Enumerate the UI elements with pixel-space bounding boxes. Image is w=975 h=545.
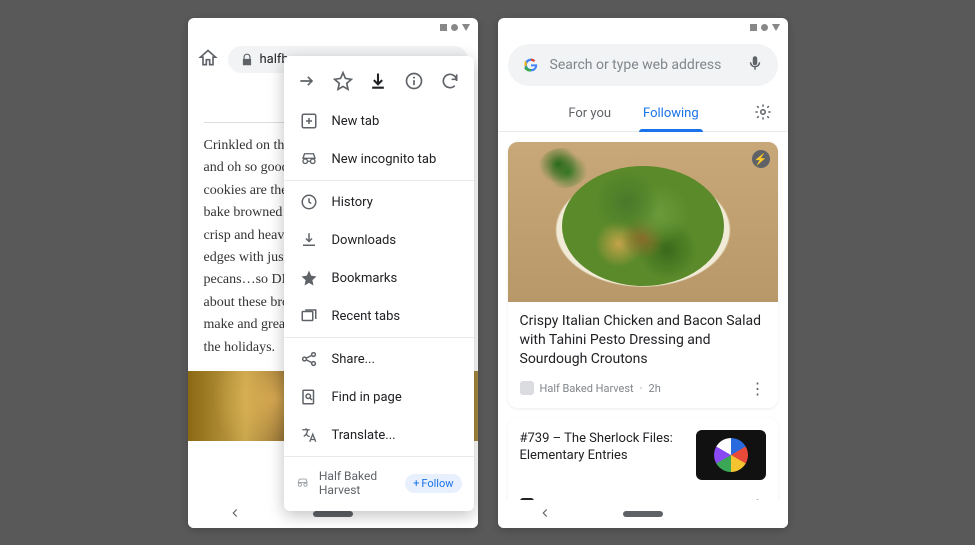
card-meta: Half Baked Harvest · 2h ⋮ <box>508 375 778 408</box>
menu-recent-tabs-label: Recent tabs <box>332 309 401 324</box>
menu-history-label: History <box>332 195 373 210</box>
source-icon <box>520 381 534 395</box>
find-icon <box>300 388 318 406</box>
menu-bookmarks[interactable]: Bookmarks <box>284 259 474 297</box>
phone-left: halfba — HALF HAR Crinkled on the outsid… <box>188 18 478 528</box>
card-title: #739 – The Sherlock Files: Elementary En… <box>520 430 686 465</box>
menu-downloads-label: Downloads <box>332 233 397 248</box>
back-icon[interactable] <box>538 505 552 524</box>
card-title: Crispy Italian Chicken and Bacon Salad w… <box>508 302 778 375</box>
status-indicators <box>440 24 470 31</box>
menu-bookmarks-label: Bookmarks <box>332 271 398 286</box>
menu-share-label: Share... <box>332 352 375 367</box>
site-icon <box>296 474 309 492</box>
home-pill[interactable] <box>313 511 353 517</box>
back-icon[interactable] <box>228 505 242 524</box>
search-placeholder: Search or type web address <box>550 57 736 73</box>
incognito-icon <box>300 150 318 168</box>
star-icon[interactable] <box>332 70 354 92</box>
menu-new-tab-label: New tab <box>332 114 380 129</box>
menu-recent-tabs[interactable]: Recent tabs <box>284 297 474 335</box>
search-bar[interactable]: Search or type web address <box>508 44 778 86</box>
downloads-icon <box>300 231 318 249</box>
forward-icon[interactable] <box>296 70 318 92</box>
follow-button[interactable]: +Follow <box>405 474 461 493</box>
overflow-menu: New tab New incognito tab History Downlo… <box>284 56 474 511</box>
phone-right: Search or type web address For you Follo… <box>498 18 788 528</box>
mic-icon[interactable] <box>746 54 764 76</box>
menu-history[interactable]: History <box>284 183 474 221</box>
google-icon <box>522 56 540 74</box>
menu-find[interactable]: Find in page <box>284 378 474 416</box>
menu-follow-site[interactable]: Half Baked Harvest +Follow <box>284 459 474 507</box>
status-indicators <box>750 24 780 31</box>
menu-site-name: Half Baked Harvest <box>319 469 395 497</box>
feed[interactable]: ⚡ Crispy Italian Chicken and Bacon Salad… <box>498 132 788 528</box>
tab-for-you[interactable]: For you <box>564 96 615 131</box>
home-pill[interactable] <box>623 511 663 517</box>
share-icon <box>300 350 318 368</box>
bookmark-star-icon <box>300 269 318 287</box>
recent-tabs-icon <box>300 307 318 325</box>
refresh-icon[interactable] <box>439 70 461 92</box>
nav-bar <box>498 500 788 528</box>
menu-translate-label: Translate... <box>332 428 396 443</box>
menu-incognito-label: New incognito tab <box>332 152 437 167</box>
menu-translate[interactable]: Translate... <box>284 416 474 454</box>
info-icon[interactable] <box>403 70 425 92</box>
card-thumbnail <box>696 430 766 480</box>
feed-card[interactable]: ⚡ Crispy Italian Chicken and Bacon Salad… <box>508 142 778 408</box>
translate-icon <box>300 426 318 444</box>
menu-incognito[interactable]: New incognito tab <box>284 140 474 178</box>
card-source: Half Baked Harvest <box>540 382 634 395</box>
menu-share[interactable]: Share... <box>284 340 474 378</box>
history-icon <box>300 193 318 211</box>
feed-tabs: For you Following <box>498 96 788 132</box>
more-icon[interactable]: ⋮ <box>750 379 766 398</box>
plus-square-icon <box>300 112 318 130</box>
menu-new-tab[interactable]: New tab <box>284 102 474 140</box>
menu-find-label: Find in page <box>332 390 402 405</box>
download-icon[interactable] <box>367 70 389 92</box>
amp-icon: ⚡ <box>752 150 770 168</box>
card-time: 2h <box>649 382 661 395</box>
follow-label: Follow <box>421 477 453 490</box>
card-image: ⚡ <box>508 142 778 302</box>
home-icon[interactable] <box>198 48 218 72</box>
lock-icon <box>240 53 254 67</box>
tab-following[interactable]: Following <box>639 96 703 131</box>
settings-icon[interactable] <box>754 103 772 125</box>
menu-downloads[interactable]: Downloads <box>284 221 474 259</box>
